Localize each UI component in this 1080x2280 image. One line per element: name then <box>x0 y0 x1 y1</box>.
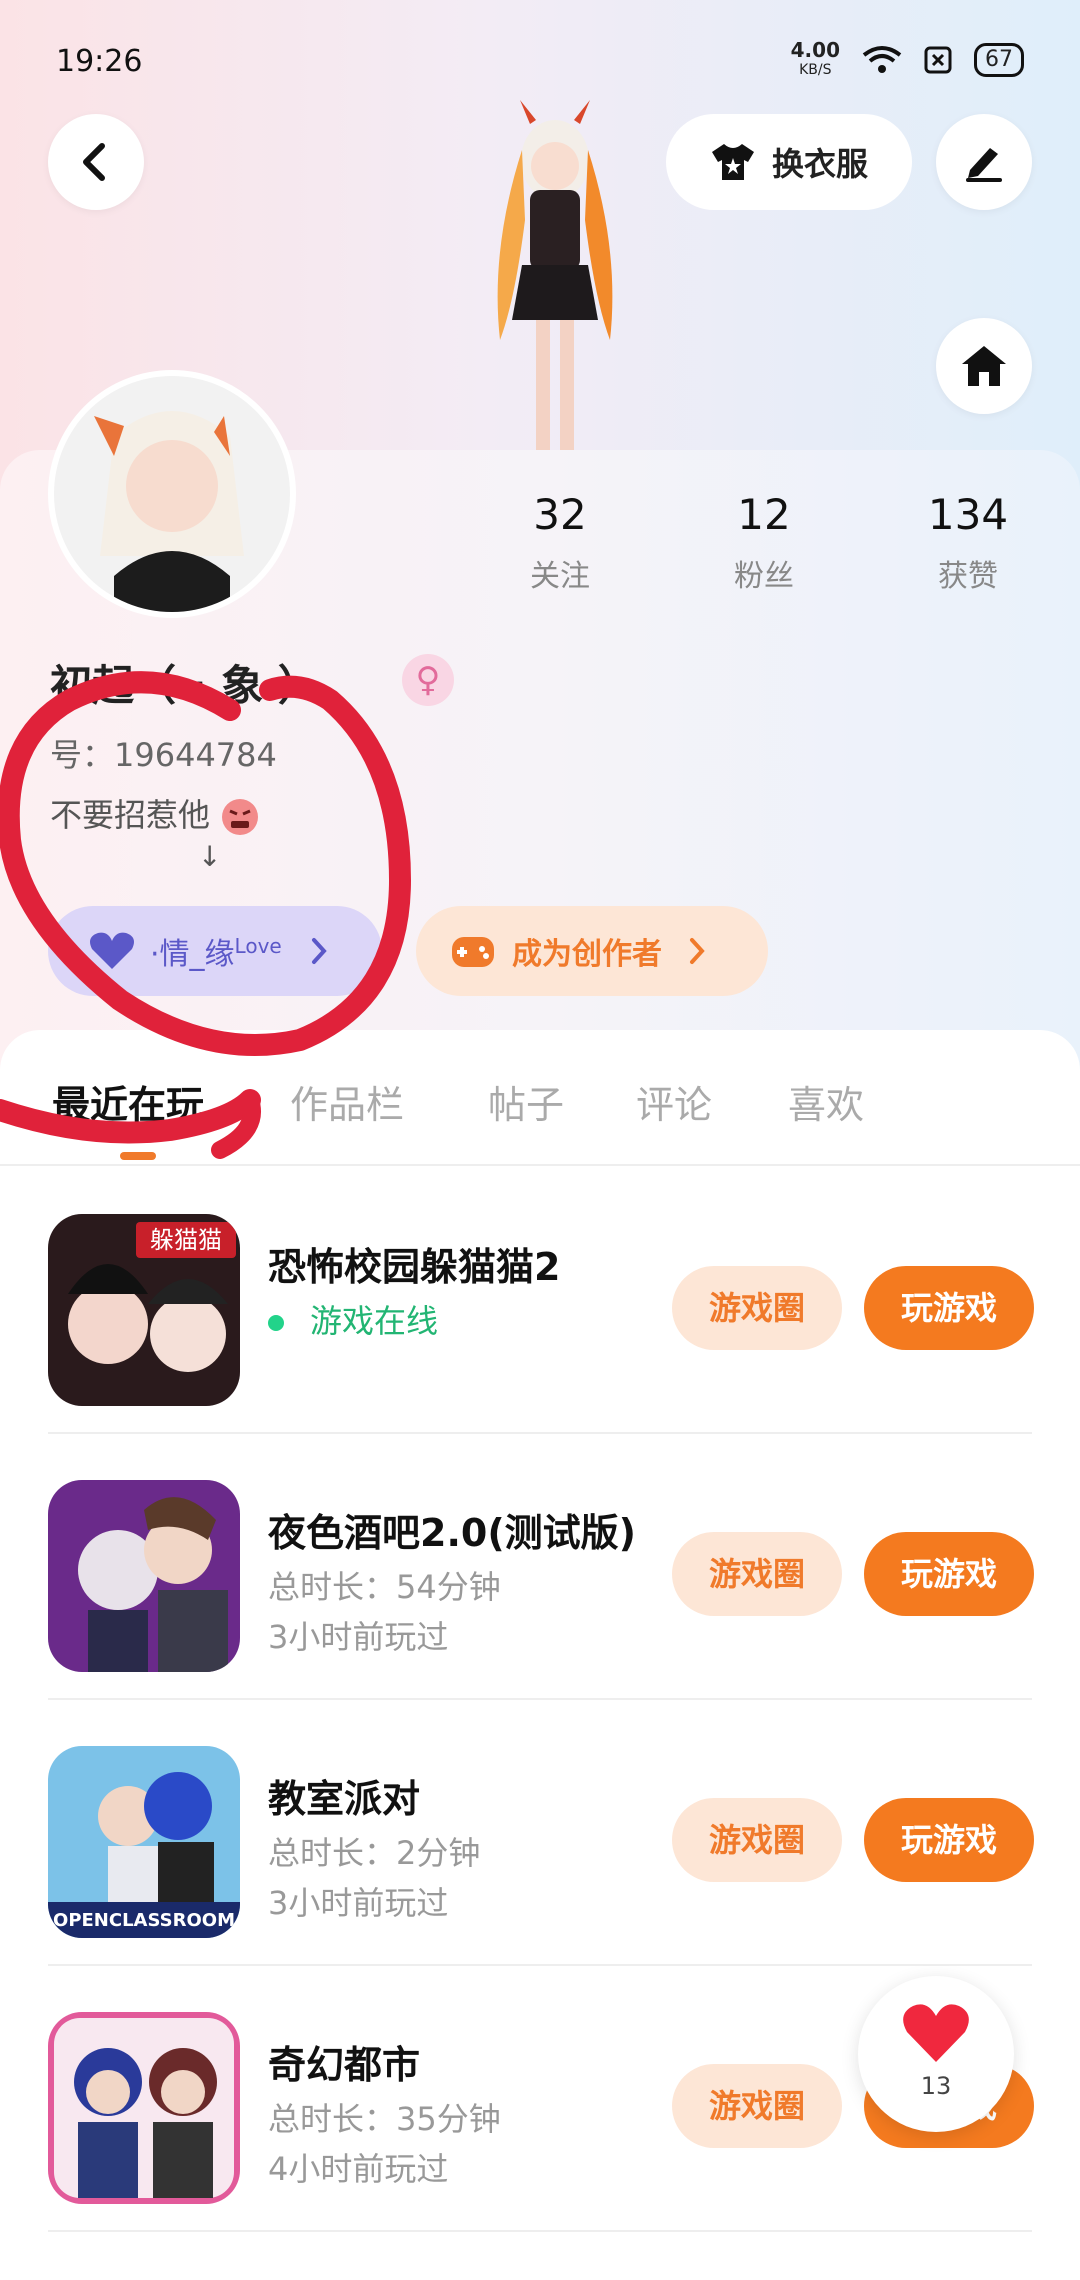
tab-likes[interactable]: 喜欢 <box>788 1074 864 1129</box>
nickname: 初起（ · 象 ） <box>50 661 320 710</box>
become-creator-label: 成为创作者 <box>512 937 662 972</box>
game-icon-text: 躲猫猫 <box>150 1226 222 1254</box>
relationship-badge-button[interactable]: ·情_缘Love <box>48 906 382 996</box>
chevron-right-icon <box>311 938 327 964</box>
stat-value: 12 <box>737 490 791 539</box>
game-circle-button[interactable]: 游戏圈 <box>672 1266 842 1350</box>
game-playtime: 总时长：2分钟 <box>268 1834 481 1872</box>
home-icon <box>962 346 1006 386</box>
bio-arrow: ↓ <box>198 840 222 873</box>
game-icon-fantasy-city <box>48 2012 240 2204</box>
sim-icon <box>924 46 952 74</box>
game-playtime: 总时长：35分钟 <box>268 2100 501 2138</box>
stat-value: 32 <box>533 490 587 539</box>
bio: 不要招惹他 <box>50 790 260 837</box>
edit-icon <box>966 148 1002 182</box>
heart-icon <box>903 2004 969 2062</box>
relationship-sup: Love <box>234 934 282 958</box>
game-icon-classroom-party: OPENCLASSROOM <box>48 1746 240 1938</box>
change-outfit-button[interactable]: 换衣服 <box>666 114 912 210</box>
list-item-game-3[interactable]: OPENCLASSROOM 教室派对 总时长：2分钟 3小时前玩过 游戏圈 玩游… <box>48 1698 1034 1966</box>
game-icon-night-bar <box>48 1480 240 1672</box>
play-game-button[interactable]: 玩游戏 <box>864 1798 1034 1882</box>
play-game-button[interactable]: 玩游戏 <box>864 1532 1034 1616</box>
game-circle-button[interactable]: 游戏圈 <box>672 1532 842 1616</box>
tshirt-icon <box>711 144 754 180</box>
game-circle-button[interactable]: 游戏圈 <box>672 1798 842 1882</box>
game-name: 恐怖校园躲猫猫2 <box>268 1245 561 1289</box>
net-speed: 4.00 KB/S <box>791 40 840 80</box>
back-icon <box>83 143 105 181</box>
bio-text: 不要招惹他 <box>50 796 211 834</box>
game-last-played: 4小时前玩过 <box>268 2150 449 2188</box>
status-bar: 19:26 4.00 KB/S 67 <box>56 40 1024 84</box>
like-count: 13 <box>920 2072 952 2100</box>
play-game-button[interactable]: 玩游戏 <box>864 1266 1034 1350</box>
list-item-game-2[interactable]: 夜色酒吧2.0(测试版) 总时长：54分钟 3小时前玩过 游戏圈 玩游戏 <box>48 1432 1034 1700</box>
profile-tabs: 最近在玩 作品栏 帖子 评论 喜欢 <box>0 1030 1080 1166</box>
tab-comments[interactable]: 评论 <box>636 1074 712 1129</box>
game-icon-image <box>48 2012 240 2204</box>
stat-following[interactable]: 32 关注 <box>480 490 640 595</box>
status-icons: 4.00 KB/S 67 <box>791 40 1024 80</box>
relationship-label: ·情_缘Love <box>150 929 282 973</box>
game-icon-image: 躲猫猫 <box>48 1214 240 1406</box>
tab-recent[interactable]: 最近在玩 <box>52 1074 204 1129</box>
game-status: 游戏在线 <box>268 1296 438 1342</box>
avatar-image <box>54 376 290 612</box>
list-item-game-1[interactable]: 躲猫猫 恐怖校园躲猫猫2 游戏在线 游戏圈 玩游戏 <box>48 1166 1034 1434</box>
status-time: 19:26 <box>56 44 143 79</box>
become-creator-button[interactable]: 成为创作者 <box>416 906 768 996</box>
home-button[interactable] <box>936 318 1032 414</box>
tab-posts[interactable]: 帖子 <box>488 1074 564 1129</box>
stat-likes[interactable]: 134 获赞 <box>888 490 1048 595</box>
edit-profile-button[interactable] <box>936 114 1032 210</box>
stat-label: 粉丝 <box>734 559 794 594</box>
back-button[interactable] <box>48 114 144 210</box>
avatar[interactable] <box>48 370 296 618</box>
game-circle-button[interactable]: 游戏圈 <box>672 2064 842 2148</box>
heart-icon <box>90 932 134 969</box>
user-id[interactable]: 号：19644784 <box>50 730 277 776</box>
tab-works[interactable]: 作品栏 <box>290 1074 404 1129</box>
net-speed-unit: KB/S <box>799 62 832 78</box>
game-playtime: 总时长：54分钟 <box>268 1568 501 1606</box>
game-name: 教室派对 <box>268 1777 421 1821</box>
stat-followers[interactable]: 12 粉丝 <box>684 490 844 595</box>
change-outfit-label: 换衣服 <box>771 145 868 183</box>
online-dot <box>268 1315 284 1331</box>
game-name: 奇幻都市 <box>268 2043 421 2087</box>
wifi-icon <box>862 46 902 73</box>
angry-emoji-icon <box>222 799 259 835</box>
stat-label: 获赞 <box>938 559 998 594</box>
game-icon-image: OPENCLASSROOM <box>48 1746 240 1938</box>
gamepad-icon <box>452 937 494 967</box>
avatar-character-3d[interactable] <box>440 100 670 450</box>
game-name: 夜色酒吧2.0(测试版) <box>268 1511 637 1555</box>
game-last-played: 3小时前玩过 <box>268 1884 449 1922</box>
game-last-played: 3小时前玩过 <box>268 1618 449 1656</box>
game-icon-hide-and-seek: 躲猫猫 <box>48 1214 240 1406</box>
game-icon-text: OPENCLASSROOM <box>53 1910 235 1931</box>
chevron-right-icon <box>690 938 705 964</box>
female-icon: ♀ <box>402 654 454 706</box>
game-icon-image <box>48 1480 240 1672</box>
net-speed-value: 4.00 <box>790 38 840 62</box>
battery-indicator: 67 <box>974 43 1024 77</box>
stat-value: 134 <box>927 490 1009 539</box>
floating-like-button[interactable]: 13 <box>858 1976 1014 2132</box>
game-status-text: 游戏在线 <box>310 1302 439 1340</box>
relationship-name: ·情_缘 <box>150 937 235 972</box>
stat-label: 关注 <box>530 559 590 594</box>
active-tab-indicator <box>120 1152 156 1160</box>
